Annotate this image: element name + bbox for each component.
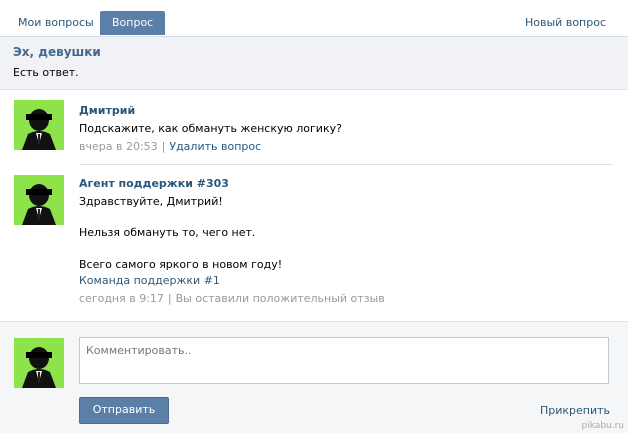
question-header: Эх, девушки Есть ответ. xyxy=(0,37,628,90)
meta-separator: | xyxy=(161,140,166,153)
comment-input[interactable]: Комментировать.. xyxy=(79,337,609,384)
post-text-line: Здравствуйте, Дмитрий! xyxy=(79,195,223,208)
post-text: Подскажите, как обмануть женскую логику? xyxy=(79,122,342,135)
avatar xyxy=(14,338,64,388)
reply-area: Комментировать.. Отправить Прикрепить pi… xyxy=(0,321,628,433)
post-time: вчера в 20:53 xyxy=(79,140,158,153)
post-text-line: Всего самого яркого в новом году! xyxy=(79,258,283,271)
post-divider xyxy=(79,164,613,165)
watermark: pikabu.ru xyxy=(581,421,624,431)
send-button[interactable]: Отправить xyxy=(79,397,169,424)
tab-new-question[interactable]: Новый вопрос xyxy=(515,11,616,35)
question-title: Эх, девушки xyxy=(13,45,101,59)
post-text-line: Нельзя обмануть то, чего нет. xyxy=(79,226,256,239)
avatar[interactable] xyxy=(14,100,64,150)
attach-link[interactable]: Прикрепить xyxy=(540,404,610,417)
avatar[interactable] xyxy=(14,175,64,225)
question-status: Есть ответ. xyxy=(13,66,79,79)
post-author[interactable]: Агент поддержки #303 xyxy=(79,177,229,190)
post-time: сегодня в 9:17 xyxy=(79,292,164,305)
tab-question[interactable]: Вопрос xyxy=(100,11,166,35)
tab-my-questions[interactable]: Мои вопросы xyxy=(8,11,104,35)
post-author[interactable]: Дмитрий xyxy=(79,104,135,117)
meta-separator: | xyxy=(167,292,172,305)
post-signature: Команда поддержки #1 xyxy=(79,274,220,287)
tab-bar: Мои вопросы Вопрос Новый вопрос xyxy=(0,0,628,37)
post-meta: вчера в 20:53 | Удалить вопрос xyxy=(79,140,261,153)
feedback-status: Вы оставили положительный отзыв xyxy=(175,292,385,305)
post-meta: сегодня в 9:17 | Вы оставили положительный… xyxy=(79,292,385,305)
delete-question-link[interactable]: Удалить вопрос xyxy=(169,140,261,153)
